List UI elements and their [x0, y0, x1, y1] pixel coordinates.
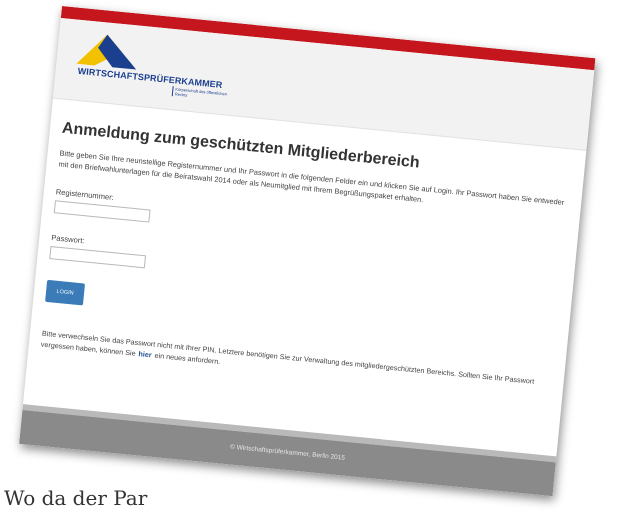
login-content: Anmeldung zum geschützten Mitgliederbere… [28, 99, 586, 401]
password-note-text: Bitte verwechseln Sie das Passwort nicht… [40, 328, 535, 386]
screenshot-stage: WIRTSCHAFTSPRÜFERKAMMER Körperschaft des… [0, 0, 638, 515]
login-page: WIRTSCHAFTSPRÜFERKAMMER Körperschaft des… [19, 6, 596, 497]
caption-text: Wo da der Par [4, 486, 148, 510]
reset-password-link[interactable]: hier [135, 349, 155, 360]
footer-copyright: © Wirtschaftsprüferkammer, Berlin 2015 [229, 443, 346, 462]
password-note: Bitte verwechseln Sie das Passwort nicht… [40, 328, 552, 400]
brand-name: WIRTSCHAFTSPRÜFERKAMMER [77, 65, 223, 91]
brand-subtitle: Körperschaft des öffentlichen Rechts [171, 86, 236, 103]
login-button[interactable]: LOGIN [45, 279, 86, 306]
